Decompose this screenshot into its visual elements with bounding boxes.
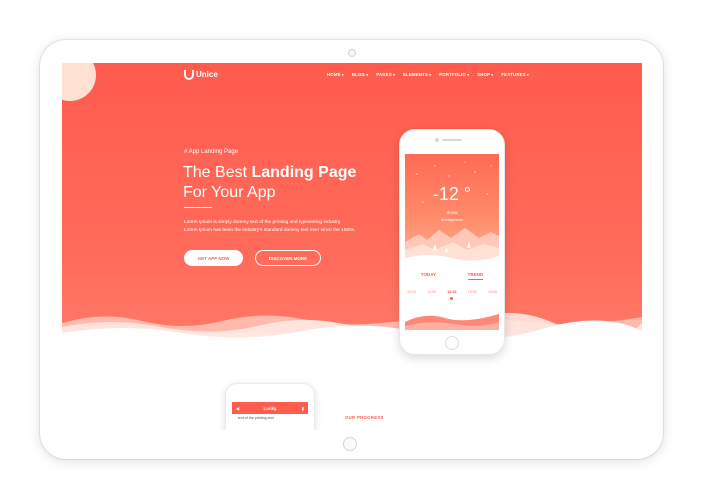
hero-phone-mockup: -12 ° Snow Madagascar TODAY TREND 10:00 … (399, 129, 505, 355)
nav-item-features[interactable]: FEATURES (501, 72, 529, 77)
tab-today[interactable]: TODAY (421, 272, 436, 280)
tab-trend[interactable]: TREND (467, 272, 484, 280)
logo-icon (184, 70, 194, 80)
app-header-title: Lucky (263, 405, 277, 411)
hour-item[interactable]: 13:00 (468, 290, 477, 294)
selected-hour-indicator (450, 297, 453, 300)
nav-item-home[interactable]: HOME (327, 72, 344, 77)
phone-camera (435, 138, 439, 142)
wave-decoration (62, 312, 642, 351)
tablet-camera (348, 49, 356, 57)
hero-paragraph-line2: Lorem Ipsum has been the industry's stan… (184, 228, 356, 233)
nav-item-portfolio[interactable]: PORTFOLIO (439, 72, 469, 77)
hour-list: 10:00 11:00 12:00 13:00 14:00 (407, 290, 497, 294)
discover-more-button[interactable]: DISCOVER MORE (255, 250, 321, 266)
nav-item-pages[interactable]: PAGES (376, 72, 395, 77)
chart-icon[interactable]: ▮ (302, 406, 304, 411)
hour-item-selected[interactable]: 12:00 (447, 290, 456, 294)
weather-panel: -12 ° Snow Madagascar (405, 154, 499, 268)
hero-subtitle: # App Landing Page (184, 149, 239, 155)
website-screen: Unice HOME BLOG PAGES ELEMENTS PORTFOLIO… (62, 63, 642, 430)
hour-item[interactable]: 14:00 (488, 290, 497, 294)
main-nav: HOME BLOG PAGES ELEMENTS PORTFOLIO SHOP … (327, 72, 529, 77)
chart-wave (405, 314, 499, 330)
hero-section: Unice HOME BLOG PAGES ELEMENTS PORTFOLIO… (62, 63, 642, 333)
hero-title-line2: For Your App (183, 184, 276, 201)
weather-location: Madagascar (440, 217, 463, 222)
temperature-value: -12 ° (432, 184, 472, 204)
tablet-frame: Unice HOME BLOG PAGES ELEMENTS PORTFOLIO… (40, 40, 663, 459)
progress-section-label: OUR PROGRESS (345, 415, 384, 420)
phone-speaker (442, 139, 462, 141)
back-arrow-icon[interactable]: ◀ (236, 406, 239, 411)
weather-app-screen: -12 ° Snow Madagascar TODAY TREND 10:00 … (405, 154, 499, 330)
app-header: ◀ Lucky ▮ (232, 402, 308, 414)
get-app-button[interactable]: GET APP NOW (184, 250, 243, 266)
brand-logo[interactable]: Unice (184, 69, 218, 80)
hero-title-bold: Landing Page (251, 164, 357, 181)
weather-tabs: TODAY TREND (405, 272, 499, 280)
weather-condition: Snow (446, 210, 458, 215)
hour-item[interactable]: 11:00 (427, 290, 436, 294)
app-text: text of the printing and (238, 416, 274, 420)
hero-paragraph: Lorem Ipsum is simply dummy text of the … (184, 219, 384, 235)
nav-item-elements[interactable]: ELEMENTS (403, 72, 431, 77)
secondary-phone-mockup: ◀ Lucky ▮ text of the printing and (225, 383, 315, 430)
hero-paragraph-line1: Lorem Ipsum is simply dummy text of the … (184, 220, 342, 225)
phone-home-button (445, 336, 459, 350)
nav-item-blog[interactable]: BLOG (352, 72, 368, 77)
tablet-home-button (343, 437, 357, 451)
hero-title: The Best Landing Page For Your App (183, 163, 383, 203)
hero-title-plain: The Best (183, 164, 252, 181)
nav-item-shop[interactable]: SHOP (477, 72, 493, 77)
sun-decoration (62, 63, 96, 101)
brand-name: Unice (196, 70, 218, 79)
hero-divider (184, 207, 212, 208)
hour-item[interactable]: 10:00 (407, 290, 416, 294)
